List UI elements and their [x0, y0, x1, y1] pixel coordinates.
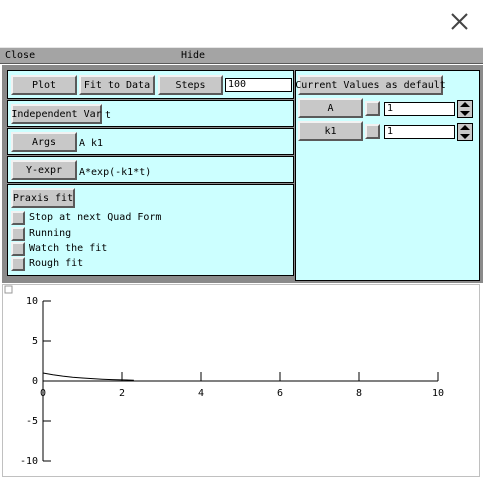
args-row: Args A k1 [7, 128, 294, 155]
control-panel: Plot Fit to Data Steps 100 Independent V… [2, 65, 483, 283]
y-tick-label: -5 [26, 416, 38, 427]
param-k1-button[interactable]: k1 [298, 121, 363, 141]
independent-var-value: t [105, 110, 112, 121]
x-tick-label: 2 [119, 388, 125, 399]
param-k1-input[interactable]: 1 [384, 125, 455, 139]
x-tick-label: 8 [356, 388, 362, 399]
param-k1-checkbox[interactable] [365, 124, 380, 139]
x-tick-label: 10 [432, 388, 444, 399]
y-tick-label: 5 [32, 336, 38, 347]
y-tick-label: 0 [32, 376, 38, 387]
steps-input[interactable]: 100 [225, 78, 292, 92]
steps-button[interactable]: Steps [158, 75, 223, 95]
param-a-input[interactable]: 1 [384, 102, 455, 116]
plot-button[interactable]: Plot [11, 75, 77, 95]
x-tick-label: 4 [198, 388, 204, 399]
yexpr-row: Y-expr A*exp(-k1*t) [7, 156, 294, 183]
independent-var-row: Independent Var t [7, 100, 294, 127]
param-k1-spinner[interactable] [457, 123, 473, 141]
plot-area[interactable]: 10 5 0 -5 -10 0 2 4 6 8 10 [2, 284, 480, 477]
fit-block: Praxis fit Stop at next Quad Form Runnin… [7, 184, 294, 276]
rough-fit-label: Rough fit [29, 258, 84, 269]
stop-quad-checkbox[interactable] [11, 211, 25, 225]
updown-arrows-icon [460, 102, 470, 116]
params-block: Current Values as default A 1 k1 1 [295, 70, 480, 281]
watch-fit-checkbox[interactable] [11, 242, 25, 256]
menubar: Close Hide [0, 47, 483, 64]
praxis-fit-button[interactable]: Praxis fit [11, 188, 75, 208]
menu-hide[interactable]: Hide [181, 50, 205, 61]
yexpr-button[interactable]: Y-expr [11, 160, 77, 180]
yexpr-value: A*exp(-k1*t) [79, 167, 152, 178]
updown-arrows-icon [460, 125, 470, 139]
args-value: A k1 [79, 138, 104, 149]
rough-fit-checkbox[interactable] [11, 257, 25, 271]
close-x-icon [451, 13, 468, 30]
running-label: Running [29, 228, 72, 239]
close-window-button[interactable] [448, 10, 472, 34]
x-tick-label: 6 [277, 388, 283, 399]
args-button[interactable]: Args [11, 132, 77, 152]
plot-row: Plot Fit to Data Steps 100 [7, 70, 294, 99]
menu-close[interactable]: Close [5, 50, 35, 61]
running-checkbox[interactable] [11, 227, 25, 241]
y-tick-label: 10 [26, 296, 38, 307]
stop-quad-label: Stop at next Quad Form [29, 212, 162, 223]
param-a-checkbox[interactable] [365, 101, 380, 116]
param-a-spinner[interactable] [457, 100, 473, 118]
y-tick-label: -10 [20, 456, 38, 467]
watch-fit-label: Watch the fit [29, 243, 108, 254]
fit-plot: 10 5 0 -5 -10 0 2 4 6 8 10 [4, 285, 444, 467]
fit-to-data-button[interactable]: Fit to Data [79, 75, 155, 95]
x-tick-label: 0 [40, 388, 46, 399]
plot-corner-box [4, 285, 13, 294]
independent-var-button[interactable]: Independent Var [11, 104, 102, 124]
current-values-default-button[interactable]: Current Values as default [295, 75, 446, 95]
fit-curve [42, 372, 134, 381]
param-a-button[interactable]: A [298, 98, 363, 118]
